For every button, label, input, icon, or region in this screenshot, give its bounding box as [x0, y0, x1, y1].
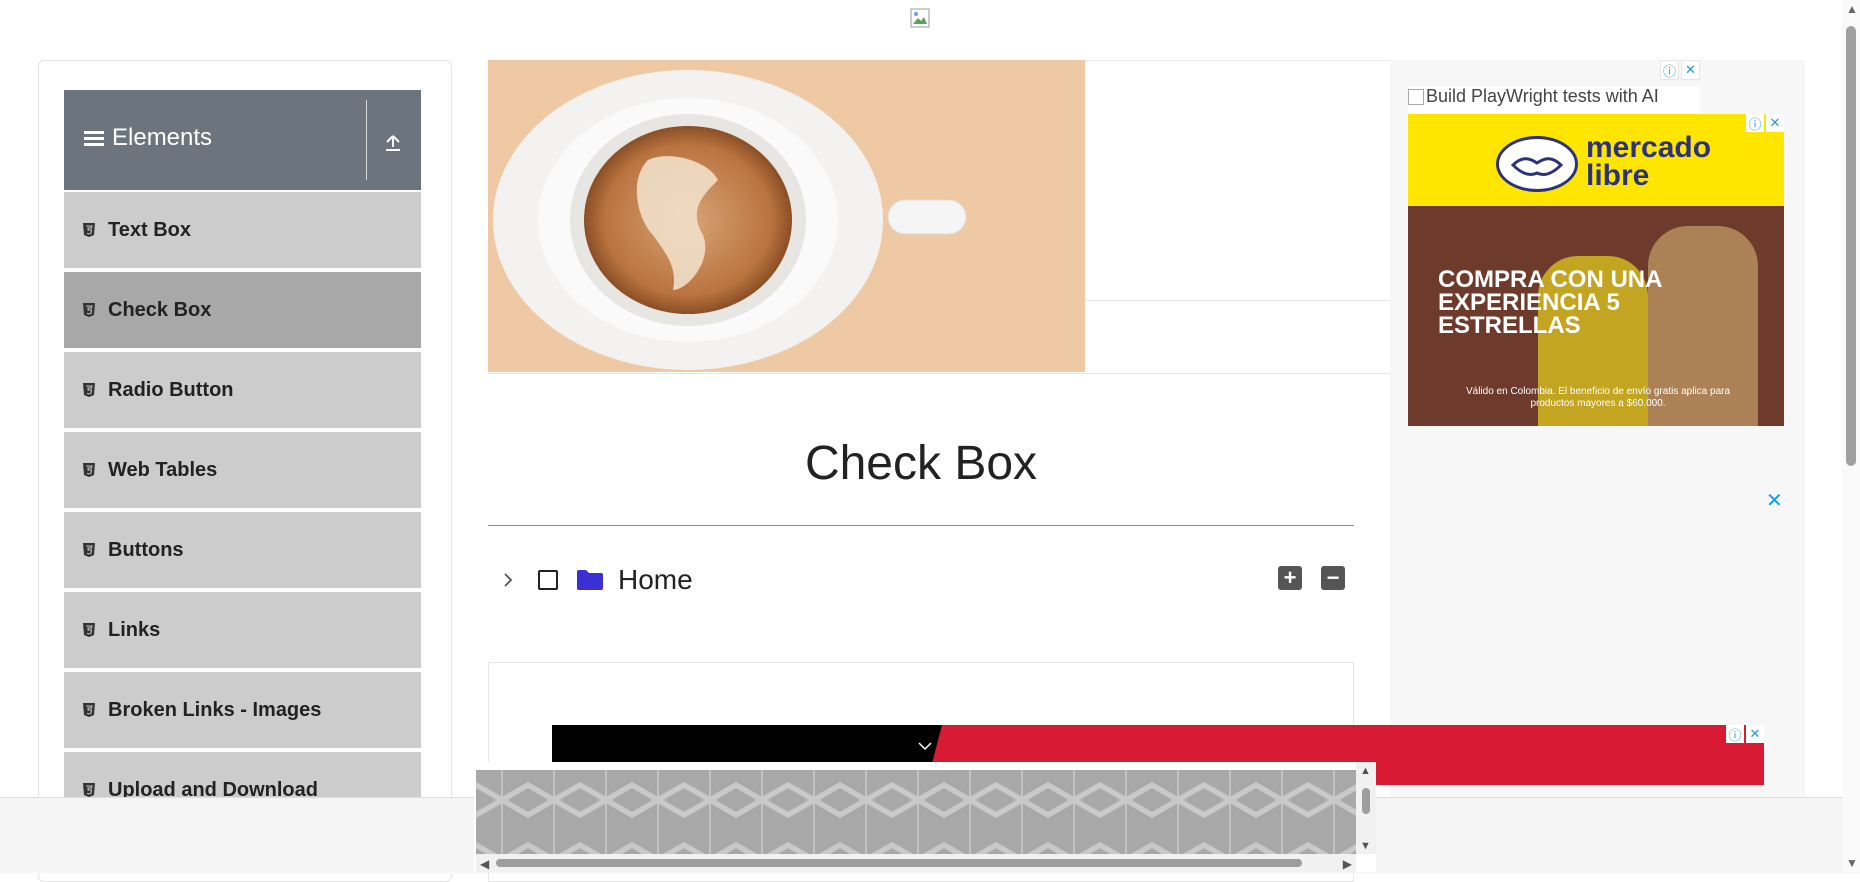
ad-close-icon[interactable]: ✕ — [1746, 725, 1764, 743]
collapse-all-button[interactable]: − — [1321, 566, 1345, 590]
ad-info-icon[interactable]: ⓘ — [1660, 60, 1679, 80]
mercado-ad-controls: ⓘ ✕ — [1746, 114, 1784, 132]
scroll-left-arrow-icon[interactable]: ◀ — [480, 857, 489, 871]
mercado-libre-headline: COMPRA CON UNA EXPERIENCIA 5 ESTRELLAS — [1438, 266, 1662, 339]
page-title: Check Box — [804, 437, 1038, 490]
html5-icon — [82, 782, 96, 798]
tree-node-home: Home — [500, 560, 693, 600]
top-ad-controls: ⓘ ✕ — [1660, 60, 1700, 80]
mercado-libre-footnote: Válido en Colombia. El beneficio de enví… — [1465, 386, 1731, 409]
playwright-ad-broken-image[interactable]: Build PlayWright tests with AI — [1408, 86, 1700, 114]
html5-icon — [82, 702, 96, 718]
mercado-libre-logo-text: mercado libre — [1586, 131, 1712, 192]
scrollbar-thumb[interactable] — [1362, 788, 1370, 814]
banner-divider — [1085, 300, 1405, 301]
title-divider — [488, 525, 1354, 526]
html5-icon — [82, 222, 96, 238]
html5-icon — [82, 302, 96, 318]
ad-close-icon[interactable]: ✕ — [1766, 488, 1783, 513]
header-logo-broken-image-icon[interactable] — [910, 8, 932, 30]
pattern-ad-image[interactable] — [476, 770, 1356, 854]
scroll-right-arrow-icon[interactable]: ▶ — [1343, 857, 1352, 871]
page-vertical-scrollbar[interactable]: ▲ ▼ — [1842, 0, 1860, 872]
coffee-cup-banner-image[interactable] — [488, 60, 1085, 372]
ad-alt-text: Build PlayWright tests with AI — [1426, 86, 1659, 106]
sidebar-item-label: Check Box — [108, 298, 212, 321]
sidebar-item-web-tables[interactable]: Web Tables — [64, 432, 421, 510]
sidebar-item-links[interactable]: Links — [64, 592, 421, 670]
sidebar-item-check-box[interactable]: Check Box — [64, 272, 421, 350]
sidebar-item-label: Text Box — [108, 218, 191, 241]
expand-node-chevron-icon[interactable] — [500, 572, 516, 588]
collapse-arrow-up-icon[interactable] — [382, 132, 404, 154]
scroll-down-arrow-icon[interactable]: ▼ — [1846, 856, 1858, 870]
scroll-up-arrow-icon[interactable]: ▲ — [1846, 2, 1858, 16]
sidebar-group-header-elements[interactable]: Elements — [64, 90, 421, 190]
ad-close-icon[interactable]: ✕ — [1681, 60, 1700, 80]
sidebar-item-label: Broken Links - Images — [108, 698, 322, 721]
folder-icon — [576, 569, 604, 591]
ad-horizontal-scrollbar[interactable]: ◀ ▶ — [476, 854, 1356, 872]
handshake-logo-icon — [1496, 136, 1578, 192]
home-checkbox[interactable] — [538, 570, 558, 590]
sidebar-item-text-box[interactable]: Text Box — [64, 192, 421, 270]
sidebar-item-label: Links — [108, 618, 161, 641]
sidebar-item-label: Web Tables — [108, 458, 218, 481]
html5-icon — [82, 622, 96, 638]
scrollbar-thumb[interactable] — [496, 859, 1302, 867]
tree-node-label[interactable]: Home — [618, 564, 693, 596]
sidebar-item-label: Buttons — [108, 538, 184, 561]
red-ad-controls: ⓘ ✕ — [1726, 725, 1764, 743]
mercado-libre-ad-photo: COMPRA CON UNA EXPERIENCIA 5 ESTRELLAS V… — [1408, 206, 1784, 426]
broken-image-icon — [1408, 89, 1424, 106]
scroll-down-arrow-icon[interactable]: ▼ — [1360, 840, 1371, 852]
mercado-libre-ad[interactable]: mercado libre COMPRA CON UNA EXPERIENCIA… — [1408, 114, 1784, 426]
html5-icon — [82, 382, 96, 398]
scroll-up-arrow-icon[interactable]: ▲ — [1360, 765, 1371, 777]
expand-all-button[interactable]: + — [1278, 566, 1302, 590]
sidebar-item-broken-links-images[interactable]: Broken Links - Images — [64, 672, 421, 750]
ad-info-icon[interactable]: ⓘ — [1726, 725, 1744, 743]
scrollbar-thumb[interactable] — [1846, 26, 1856, 466]
header-divider — [366, 100, 367, 180]
sidebar-group-title: Elements — [112, 124, 213, 151]
sidebar-item-radio-button[interactable]: Radio Button — [64, 352, 421, 430]
ad-close-icon[interactable]: ✕ — [1766, 114, 1784, 132]
html5-icon — [82, 462, 96, 478]
mercado-libre-ad-header: mercado libre — [1408, 114, 1784, 206]
sidebar-item-label: Radio Button — [108, 378, 234, 401]
sidebar-item-buttons[interactable]: Buttons — [64, 512, 421, 590]
html5-icon — [82, 542, 96, 558]
chevron-down-icon[interactable] — [917, 739, 933, 751]
hamburger-icon — [84, 131, 104, 147]
ad-info-icon[interactable]: ⓘ — [1746, 114, 1764, 132]
ad-vertical-scrollbar[interactable]: ▲ ▼ — [1356, 762, 1376, 854]
